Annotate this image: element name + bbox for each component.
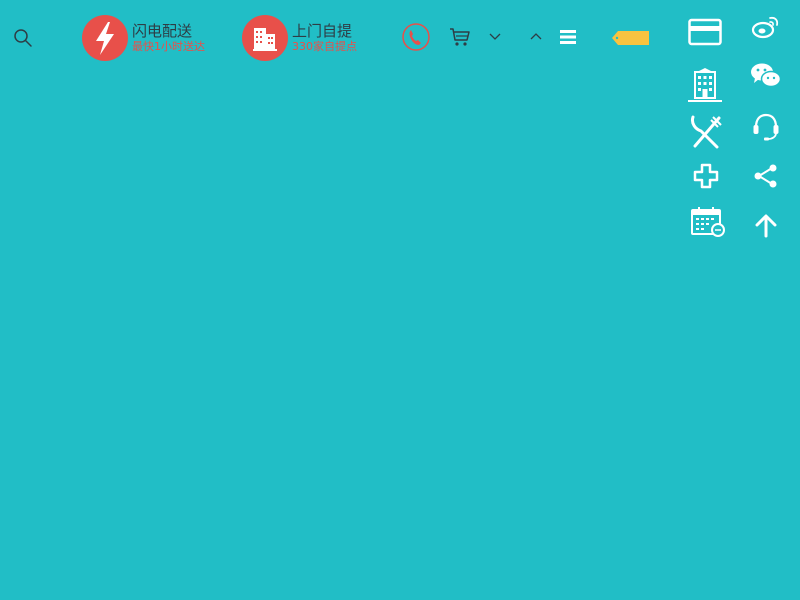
weibo-icon[interactable] [751, 14, 781, 40]
lightning-icon [82, 15, 128, 61]
tag-icon[interactable] [612, 30, 650, 45]
feature-fast-delivery[interactable]: 闪电配送 最快1小时送达 [82, 14, 222, 62]
search-icon[interactable] [13, 28, 33, 48]
arrow-up-icon[interactable] [754, 213, 778, 239]
menu-icon[interactable] [559, 28, 577, 46]
restaurant-icon[interactable] [689, 115, 723, 149]
phone-icon[interactable] [401, 22, 431, 52]
card-icon[interactable] [688, 18, 722, 46]
feature-title: 上门自提 [292, 22, 353, 40]
feature-title: 闪电配送 [132, 22, 193, 40]
chevron-down-icon[interactable] [488, 31, 502, 43]
share-icon[interactable] [753, 163, 779, 189]
feature-subtitle: 330家自提点 [292, 40, 357, 53]
medical-cross-icon[interactable] [693, 163, 719, 189]
wechat-icon[interactable] [750, 62, 782, 90]
headset-icon[interactable] [751, 111, 781, 143]
calendar-icon[interactable] [690, 206, 726, 238]
feature-subtitle: 最快1小时送达 [132, 40, 205, 53]
feature-store-pickup[interactable]: 上门自提 330家自提点 [242, 14, 382, 62]
app-screen: 闪电配送 最快1小时送达 上门自提 330家自提点 [0, 0, 800, 600]
cart-icon[interactable] [449, 26, 471, 48]
hotel-icon[interactable] [687, 66, 723, 104]
building-icon [242, 15, 288, 61]
chevron-up-icon[interactable] [529, 31, 543, 43]
